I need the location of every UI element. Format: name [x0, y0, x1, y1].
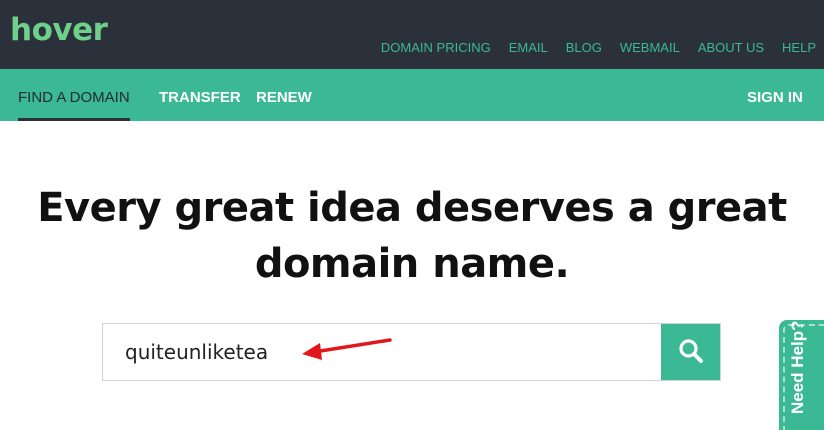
tab-transfer[interactable]: TRANSFER [159, 69, 241, 121]
search-icon [678, 338, 704, 367]
sign-in-link[interactable]: SIGN IN [747, 69, 803, 121]
top-link-about-us[interactable]: ABOUT US [698, 40, 764, 56]
search-button[interactable] [661, 324, 720, 380]
top-link-blog[interactable]: BLOG [566, 40, 602, 56]
page-headline: Every great idea deserves a great domain… [0, 180, 824, 292]
top-link-help[interactable]: HELP [782, 40, 816, 56]
top-link-email[interactable]: EMAIL [509, 40, 548, 56]
top-header: hover DOMAIN PRICING EMAIL BLOG WEBMAIL … [0, 0, 824, 69]
tab-renew[interactable]: RENEW [256, 69, 312, 121]
top-link-domain-pricing[interactable]: DOMAIN PRICING [381, 40, 491, 56]
hover-logo[interactable]: hover [10, 10, 108, 50]
domain-search-form [102, 323, 721, 381]
headline-line-1: Every great idea deserves a great [37, 185, 787, 231]
top-link-webmail[interactable]: WEBMAIL [620, 40, 680, 56]
headline-line-2: domain name. [254, 241, 570, 287]
tab-find-a-domain[interactable]: FIND A DOMAIN [18, 69, 130, 121]
need-help-tab[interactable]: Need Help? [779, 320, 824, 430]
need-help-label: Need Help? [788, 320, 807, 414]
main-nav: FIND A DOMAIN TRANSFER RENEW SIGN IN [0, 69, 824, 121]
annotation-arrow [302, 338, 392, 360]
top-links: DOMAIN PRICING EMAIL BLOG WEBMAIL ABOUT … [381, 40, 816, 56]
